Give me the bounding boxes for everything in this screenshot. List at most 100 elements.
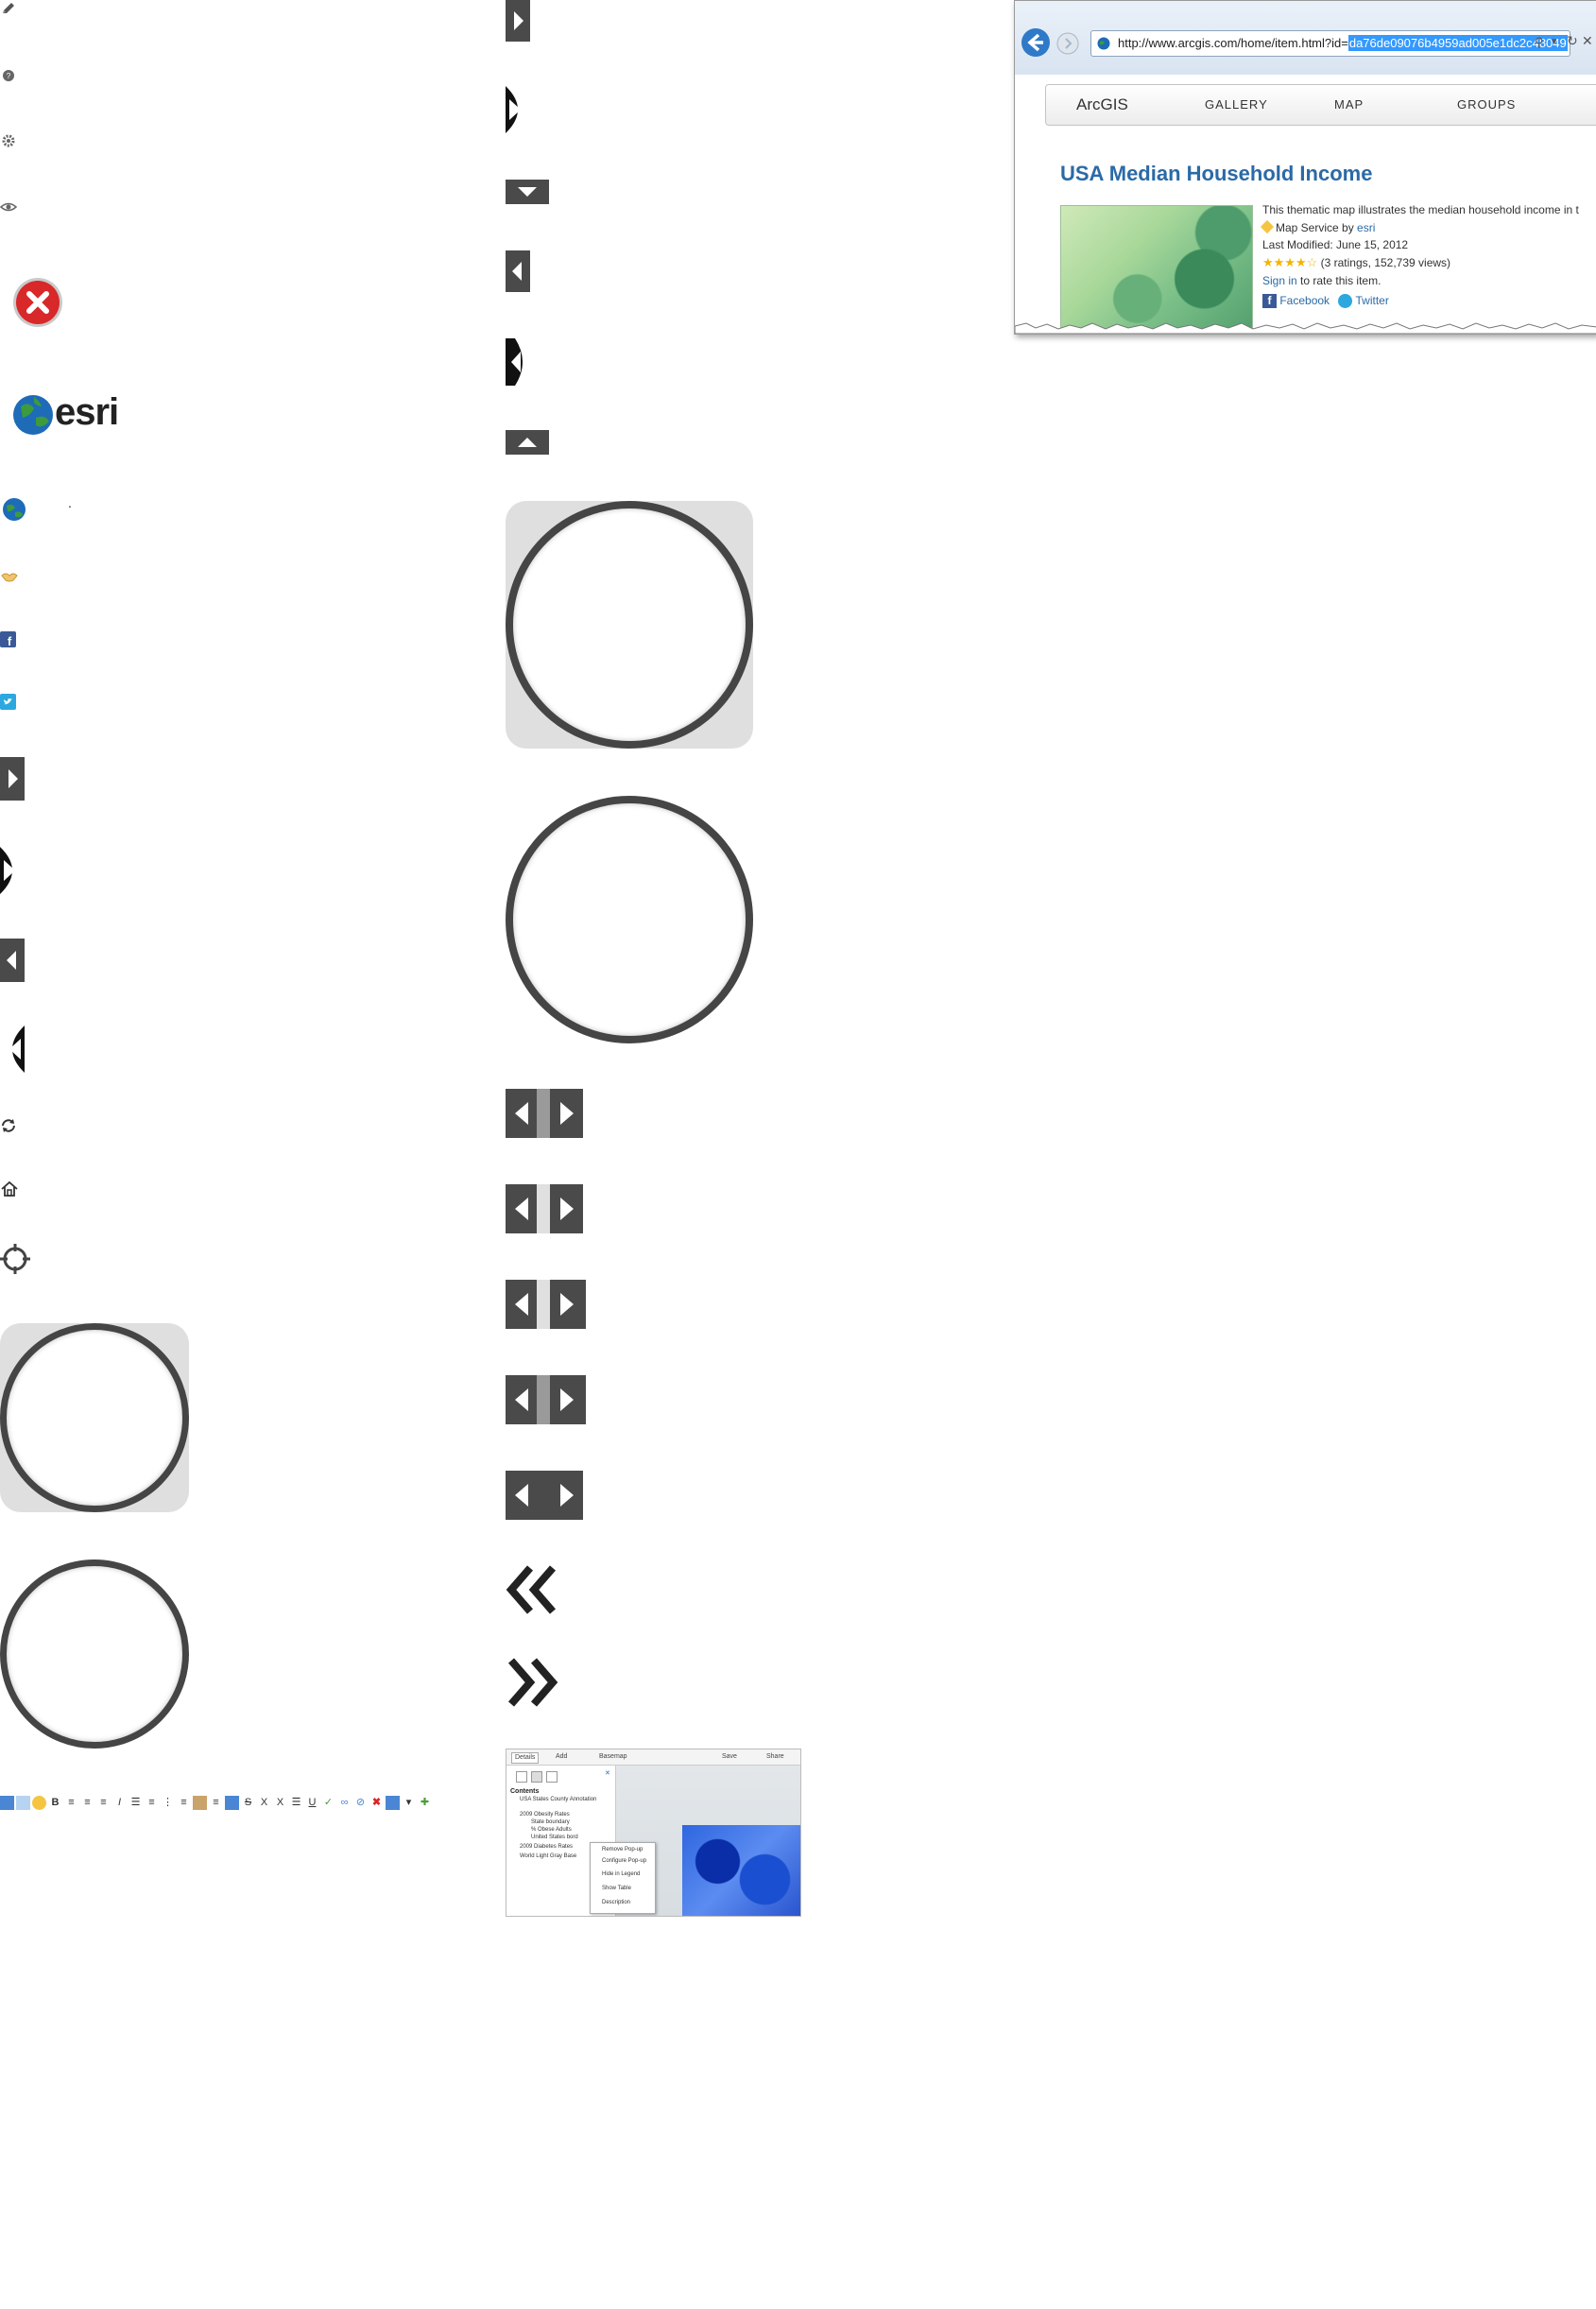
back-button-icon[interactable] bbox=[1021, 27, 1051, 58]
arrow-left-tab-icon[interactable] bbox=[0, 939, 25, 982]
remove-format-icon[interactable]: ≡ bbox=[209, 1796, 223, 1810]
facebook-icon[interactable]: f bbox=[0, 631, 16, 647]
home-icon[interactable] bbox=[0, 1180, 19, 1198]
arrow-left-tab-icon[interactable] bbox=[506, 250, 530, 292]
context-menu-item[interactable]: Description bbox=[602, 1900, 630, 1905]
gear-icon[interactable] bbox=[0, 132, 17, 149]
insert-image-icon[interactable] bbox=[16, 1795, 30, 1810]
italic-icon[interactable]: I bbox=[112, 1796, 127, 1810]
add-button[interactable]: Add bbox=[556, 1752, 567, 1762]
eye-icon[interactable] bbox=[0, 198, 17, 215]
service-owner-link[interactable]: esri bbox=[1357, 221, 1375, 234]
circle-ring-plain[interactable] bbox=[0, 1559, 189, 1749]
prev-next-control[interactable] bbox=[506, 1089, 583, 1138]
nav-groups[interactable]: GROUPS bbox=[1457, 85, 1516, 125]
paste-icon[interactable] bbox=[193, 1795, 207, 1810]
basemap-button[interactable]: Basemap bbox=[599, 1752, 627, 1762]
layer-item[interactable]: State boundary bbox=[531, 1819, 570, 1825]
underline-icon[interactable]: U bbox=[305, 1796, 319, 1810]
locate-icon[interactable] bbox=[0, 1244, 30, 1274]
rating-stars-icon[interactable]: ★★★★☆ bbox=[1262, 255, 1317, 269]
align-center-icon[interactable]: ≡ bbox=[64, 1796, 78, 1810]
unlink-icon[interactable]: ⊘ bbox=[353, 1796, 368, 1810]
search-icon[interactable]: ⚲ bbox=[1535, 35, 1544, 50]
dropdown-icon[interactable]: ▾ bbox=[402, 1796, 416, 1810]
twitter-icon[interactable] bbox=[0, 694, 16, 710]
layer-item[interactable]: USA States County Annotation bbox=[520, 1797, 596, 1802]
layer-item[interactable]: World Light Gray Base bbox=[520, 1853, 576, 1859]
align-right-icon[interactable]: ≡ bbox=[96, 1796, 111, 1810]
prev-next-control[interactable] bbox=[506, 1280, 586, 1329]
layer-item[interactable]: 2009 Diabetes Rates bbox=[520, 1844, 573, 1850]
prev-next-control[interactable] bbox=[506, 1471, 583, 1520]
link-icon[interactable]: ∞ bbox=[337, 1796, 352, 1810]
contents-label: Contents bbox=[510, 1788, 540, 1795]
save-button[interactable]: Save bbox=[722, 1752, 737, 1762]
layer-item[interactable]: United States bord bbox=[531, 1835, 578, 1840]
arrow-right-tab-icon[interactable] bbox=[506, 0, 530, 42]
prev-next-control[interactable] bbox=[506, 1184, 583, 1233]
details-button[interactable]: Details bbox=[511, 1752, 540, 1764]
sign-in-link[interactable]: Sign in bbox=[1262, 274, 1297, 287]
arrow-right-round-icon[interactable] bbox=[0, 847, 25, 894]
last-modified: Last Modified: June 15, 2012 bbox=[1262, 238, 1409, 251]
nav-gallery[interactable]: GALLERY bbox=[1205, 85, 1268, 125]
align-left-icon[interactable]: ≡ bbox=[80, 1796, 94, 1810]
share-button[interactable]: Share bbox=[766, 1752, 784, 1762]
refresh-icon[interactable] bbox=[0, 1117, 17, 1134]
refresh-icon[interactable]: ↻ bbox=[1567, 33, 1578, 49]
prev-next-control[interactable] bbox=[506, 1375, 586, 1424]
double-chevron-right-icon[interactable] bbox=[506, 1657, 558, 1708]
facebook-link[interactable]: Facebook bbox=[1279, 294, 1330, 307]
about-tab-icon[interactable] bbox=[516, 1771, 527, 1783]
emoticon-icon[interactable] bbox=[32, 1795, 46, 1810]
context-menu-item[interactable]: Configure Pop-up bbox=[602, 1858, 646, 1864]
arrow-left-round-icon[interactable] bbox=[506, 338, 530, 386]
ordered-list-icon[interactable]: ⋮ bbox=[161, 1796, 175, 1810]
address-bar[interactable]: http://www.arcgis.com/home/item.html?id=… bbox=[1090, 30, 1570, 57]
strikethrough-icon[interactable]: S bbox=[241, 1796, 255, 1810]
twitter-link[interactable]: Twitter bbox=[1356, 294, 1389, 307]
outdent-icon[interactable]: ≡ bbox=[177, 1796, 191, 1810]
layer-item[interactable]: % Obese Adults bbox=[531, 1827, 572, 1833]
dropdown-arrow-icon[interactable]: ▾ bbox=[1552, 35, 1557, 47]
context-menu-item[interactable]: Show Table bbox=[602, 1886, 631, 1891]
svg-text:?: ? bbox=[7, 72, 11, 80]
item-thumbnail[interactable] bbox=[1060, 205, 1253, 334]
help-icon[interactable]: ? bbox=[0, 67, 17, 84]
disk-icon[interactable] bbox=[386, 1795, 400, 1810]
context-menu-item[interactable]: Hide in Legend bbox=[602, 1871, 640, 1877]
delete-icon[interactable]: ✖ bbox=[369, 1796, 384, 1810]
subscript-icon[interactable]: X bbox=[257, 1796, 271, 1810]
unordered-list-icon[interactable]: ☰ bbox=[289, 1796, 303, 1810]
legend-tab-icon[interactable] bbox=[546, 1771, 558, 1783]
layer-item[interactable]: 2009 Obesity Rates bbox=[520, 1812, 570, 1818]
indent-icon[interactable]: ≡ bbox=[145, 1796, 159, 1810]
stop-icon[interactable]: ✕ bbox=[1582, 33, 1593, 49]
superscript-icon[interactable]: X bbox=[273, 1796, 287, 1810]
image-icon[interactable] bbox=[0, 1795, 14, 1810]
contents-tab-icon[interactable] bbox=[531, 1771, 542, 1783]
arrow-down-tab-icon[interactable] bbox=[506, 180, 549, 204]
context-menu-item[interactable]: Remove Pop-up bbox=[602, 1847, 643, 1852]
forward-button-icon[interactable] bbox=[1056, 32, 1079, 55]
double-chevron-left-icon[interactable] bbox=[506, 1564, 558, 1615]
check-icon[interactable]: ✓ bbox=[321, 1796, 335, 1810]
close-icon[interactable] bbox=[11, 276, 64, 329]
circle-ring-plain[interactable] bbox=[506, 796, 753, 1043]
bold-icon[interactable]: B bbox=[48, 1796, 62, 1810]
nav-arcgis[interactable]: ArcGIS bbox=[1076, 85, 1128, 125]
arrow-up-tab-icon[interactable] bbox=[506, 430, 549, 455]
arrow-right-tab-icon[interactable] bbox=[0, 757, 25, 801]
save-icon[interactable] bbox=[225, 1795, 239, 1810]
circle-button-tile[interactable] bbox=[0, 1323, 189, 1512]
arrow-right-round-icon[interactable] bbox=[506, 86, 530, 133]
rating-row: ★★★★☆ (3 ratings, 152,739 views) bbox=[1262, 255, 1450, 270]
close-panel-icon[interactable]: ✕ bbox=[605, 1769, 610, 1777]
add-icon[interactable]: ✚ bbox=[418, 1796, 432, 1810]
arrow-left-round-icon[interactable] bbox=[0, 1025, 25, 1073]
pencil-icon[interactable] bbox=[0, 0, 17, 17]
circle-button-tile[interactable] bbox=[506, 501, 753, 749]
nav-map[interactable]: MAP bbox=[1334, 85, 1364, 125]
justify-icon[interactable]: ☰ bbox=[129, 1796, 143, 1810]
